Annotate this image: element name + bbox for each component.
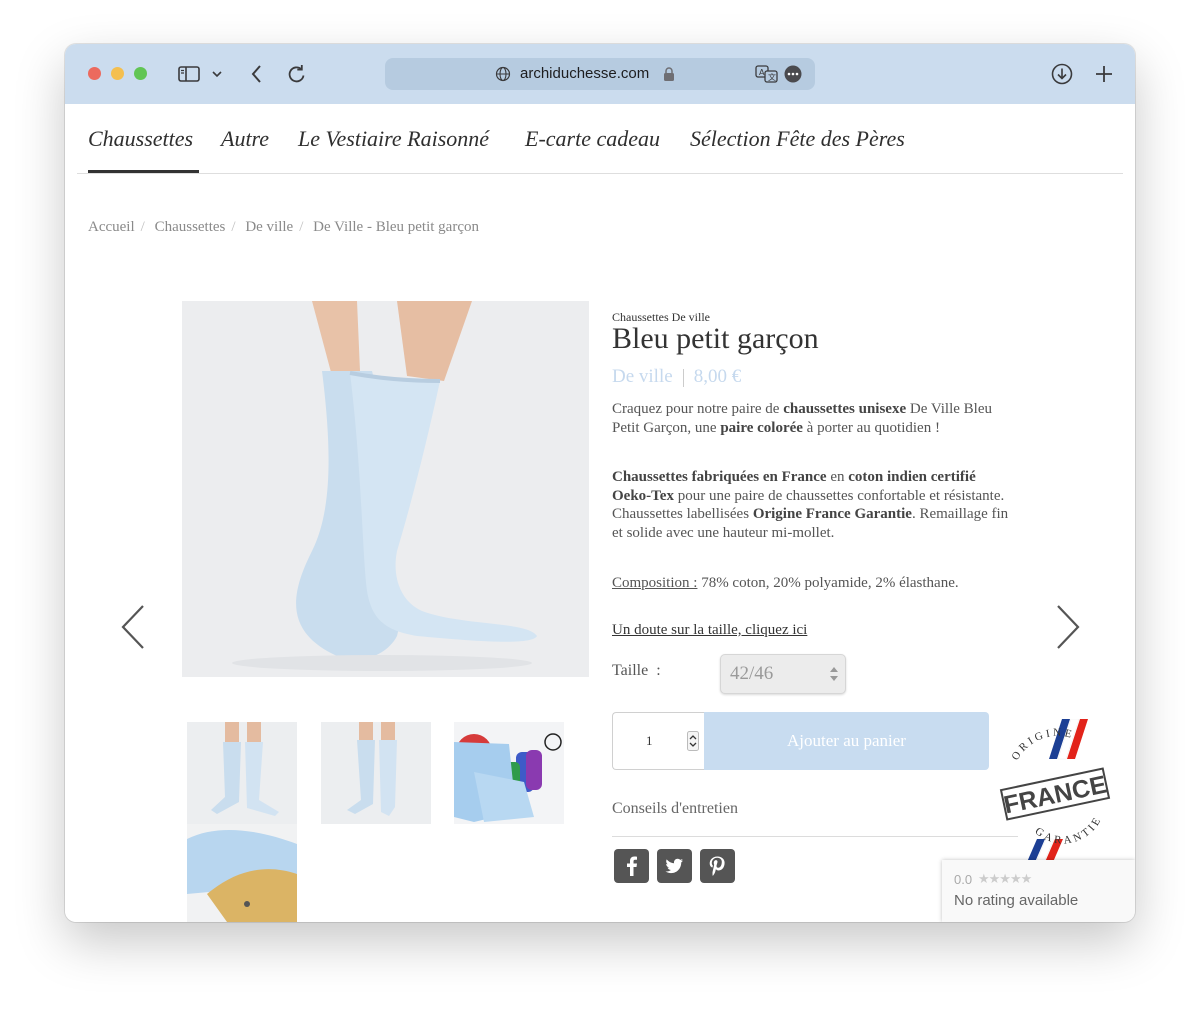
product-thumbnail-2[interactable] <box>321 722 431 824</box>
more-icon[interactable] <box>784 65 802 83</box>
twitter-icon <box>665 858 683 874</box>
minimize-window-button[interactable] <box>111 67 124 80</box>
zoom-window-button[interactable] <box>134 67 147 80</box>
size-select-value: 42/46 <box>730 663 774 684</box>
breadcrumb-current: De Ville - Bleu petit garçon <box>313 219 479 235</box>
thumbnail-image-folded <box>187 824 297 922</box>
size-label: Taille : <box>612 662 661 679</box>
svg-text:GARANTIE: GARANTIE <box>1033 814 1105 847</box>
pinterest-share-button[interactable] <box>700 849 735 883</box>
svg-text:文: 文 <box>768 72 776 82</box>
composition-value: 78% coton, 20% polyamide, 2% élasthane. <box>697 575 959 591</box>
reload-icon[interactable] <box>285 62 309 86</box>
chevron-down-icon[interactable] <box>209 62 225 86</box>
origine-france-garantie-badge: ORIGINE FRANCE GARANTIE <box>995 718 1115 870</box>
thumbnail-image-packaging <box>454 722 564 824</box>
download-icon[interactable] <box>1050 62 1074 86</box>
pinterest-icon <box>709 856 725 876</box>
previous-product-arrow-icon[interactable] <box>119 604 149 650</box>
select-arrows-icon <box>830 667 838 681</box>
rating-text: No rating available <box>954 892 1079 909</box>
nav-divider <box>77 173 1123 174</box>
product-thumbnail-4[interactable] <box>187 824 297 922</box>
thumbnail-image-back <box>321 722 431 824</box>
nav-item-ecarte[interactable]: E-carte cadeau <box>525 126 660 152</box>
product-thumbnail-3[interactable] <box>454 722 564 824</box>
product-composition: Composition : 78% coton, 20% polyamide, … <box>612 574 1017 593</box>
breadcrumb: Accueil / Chaussettes / De ville / De Ville… <box>88 219 479 235</box>
product-description-1: Craquez pour notre paire de chaussettes … <box>612 401 993 436</box>
product-thumbnail-1[interactable] <box>187 722 297 824</box>
breadcrumb-home[interactable]: Accueil <box>88 219 135 235</box>
breadcrumb-chaussettes[interactable]: Chaussettes <box>155 219 226 235</box>
nav-item-vestiaire[interactable]: Le Vestiaire Raisonné <box>298 126 489 152</box>
add-to-cart-button[interactable]: Ajouter au panier <box>704 712 989 770</box>
nav-item-chaussettes[interactable]: Chaussettes <box>88 126 193 152</box>
size-select[interactable]: 42/46 <box>720 654 846 694</box>
back-icon[interactable] <box>245 62 269 86</box>
product-title: Bleu petit garçon <box>612 322 819 355</box>
browser-toolbar: archiduchesse.com A 文 <box>65 44 1135 104</box>
next-product-arrow-icon[interactable] <box>1052 604 1082 650</box>
address-bar-url: archiduchesse.com <box>520 65 650 82</box>
page-content: Chaussettes Autre Le Vestiaire Raisonné … <box>65 104 1135 922</box>
facebook-icon <box>627 856 637 876</box>
quantity-spin-icon[interactable] <box>687 731 699 751</box>
product-price: 8,00 € <box>693 366 742 387</box>
origine-france-garantie-logo: ORIGINE FRANCE GARANTIE <box>999 718 1111 870</box>
price-row: De ville 8,00 € <box>612 366 741 388</box>
twitter-share-button[interactable] <box>657 849 692 883</box>
product-description-2: Chaussettes fabriquées en France en coto… <box>612 469 1009 541</box>
rating-stars-icon: ★★★★★ <box>978 871 1032 886</box>
size-guide-link[interactable]: Un doute sur la taille, cliquez ici <box>612 622 807 639</box>
sidebar-icon[interactable] <box>177 62 201 86</box>
product-main-image[interactable] <box>182 301 589 677</box>
care-divider <box>612 836 1018 837</box>
svg-text:A: A <box>759 68 765 77</box>
address-bar[interactable]: archiduchesse.com A 文 <box>385 58 815 90</box>
browser-window: archiduchesse.com A 文 Chaussettes Autre … <box>65 44 1135 922</box>
facebook-share-button[interactable] <box>614 849 649 883</box>
rating-score: 0.0 <box>954 872 973 887</box>
care-advice-link[interactable]: Conseils d'entretien <box>612 800 738 818</box>
nav-item-fete-peres[interactable]: Sélection Fête des Pères <box>690 126 905 152</box>
badge-text-garantie: GARANTIE <box>1033 814 1102 847</box>
thumbnail-image-legs <box>187 722 297 824</box>
translate-icon[interactable]: A 文 <box>755 65 779 83</box>
plus-icon[interactable] <box>1092 62 1116 86</box>
rating-widget[interactable]: 0.0 ★★★★★ No rating available <box>942 860 1135 922</box>
composition-label: Composition : <box>612 575 698 591</box>
lock-icon <box>664 67 674 81</box>
breadcrumb-de-ville[interactable]: De ville <box>245 219 293 235</box>
globe-icon <box>495 66 511 82</box>
close-window-button[interactable] <box>88 67 101 80</box>
quantity-value: 1 <box>646 733 653 748</box>
product-collection: De ville <box>612 366 673 387</box>
quantity-stepper[interactable]: 1 <box>612 712 704 770</box>
product-photo <box>182 301 589 677</box>
nav-item-autre[interactable]: Autre <box>221 126 269 152</box>
